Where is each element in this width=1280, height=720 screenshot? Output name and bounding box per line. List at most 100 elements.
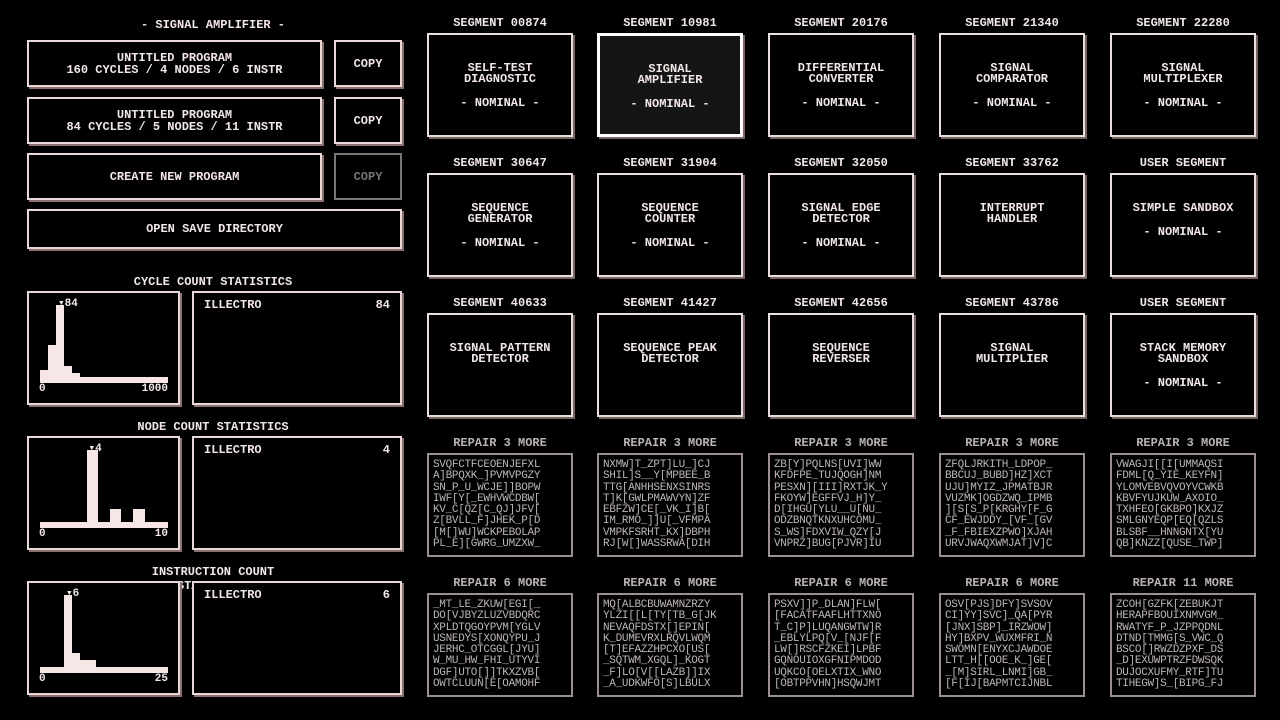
- segment-name: DIAGNOSTIC: [463, 72, 536, 86]
- score-marker: ▾84: [58, 296, 78, 310]
- segment-status: - NOMINAL -: [1143, 225, 1223, 239]
- histogram-max: 1000: [141, 383, 168, 395]
- segment-status: - NOMINAL -: [972, 96, 1052, 110]
- segment-name: CONVERTER: [808, 72, 874, 86]
- segment-name: SANDBOX: [1157, 352, 1209, 366]
- histogram-bar: [88, 659, 96, 667]
- segment-name: HANDLER: [986, 212, 1038, 226]
- segment-name: COUNTER: [644, 212, 696, 226]
- segment-status: - NOMINAL -: [1143, 96, 1223, 110]
- program-stats: 160 CYCLES / 4 NODES / 6 INSTR: [66, 62, 283, 77]
- repair-label: REPAIR 3 MORE: [794, 436, 888, 450]
- segment-status: - NOMINAL -: [801, 236, 881, 250]
- create-new-program-button[interactable]: CREATE NEW PROGRAM: [27, 153, 322, 200]
- corrupted-segment[interactable]: PSXV]]P_DLAN]FLW[ [FACATFAAFLHTTXNO T_C]…: [768, 593, 914, 697]
- marker-value: 6: [72, 588, 80, 600]
- repair-label: REPAIR 3 MORE: [965, 436, 1059, 450]
- corrupted-segment[interactable]: NXMW]T_ZPT]LU_]CJ SHIL]S__Y[MPBEE_B TTG[…: [597, 453, 743, 557]
- stats-title: CYCLE COUNT STATISTICS: [133, 275, 293, 289]
- leaderboard: ILLECTRO 6: [192, 581, 402, 695]
- segment-tile[interactable]: SIGNAL EDGE DETECTOR - NOMINAL -: [768, 173, 914, 277]
- copy-button[interactable]: COPY: [334, 97, 402, 144]
- segment-tile[interactable]: INTERRUPT HANDLER: [939, 173, 1085, 277]
- corrupted-segment[interactable]: ZCOH[GZFK[ZEBUKJT HERAPFBOUIXNMVGM_ RWAT…: [1110, 593, 1256, 697]
- marker-value: 84: [64, 298, 78, 310]
- program-slot-2[interactable]: UNTITLED PROGRAM 84 CYCLES / 5 NODES / 1…: [27, 97, 322, 144]
- corrupted-segment[interactable]: VWAGJI[[I[UMMAQSI FDML[Q_YIE_KEYFN] YLOM…: [1110, 453, 1256, 557]
- segment-name: COMPARATOR: [975, 72, 1048, 86]
- histogram-baseline: [40, 667, 168, 673]
- segment-id: SEGMENT 32050: [794, 156, 888, 170]
- histogram-bar: [64, 366, 72, 377]
- segment-tile[interactable]: SIGNAL COMPARATOR - NOMINAL -: [939, 33, 1085, 137]
- segment-id: SEGMENT 31904: [623, 156, 717, 170]
- stats-title: NODE COUNT STATISTICS: [137, 420, 289, 434]
- segment-id: SEGMENT 10981: [623, 16, 717, 30]
- friend-name: ILLECTRO: [204, 298, 262, 312]
- segment-name: GENERATOR: [467, 212, 533, 226]
- friend-name: ILLECTRO: [204, 588, 262, 602]
- segment-tile[interactable]: SIGNAL PATTERN DETECTOR: [427, 313, 573, 417]
- segment-name: MULTIPLIER: [975, 352, 1048, 366]
- segment-status: - NOMINAL -: [801, 96, 881, 110]
- segment-id: USER SEGMENT: [1139, 156, 1227, 170]
- segment-tile[interactable]: DIFFERENTIAL CONVERTER - NOMINAL -: [768, 33, 914, 137]
- triangle-down-icon: ▾: [58, 298, 65, 310]
- segment-tile[interactable]: SEQUENCE COUNTER - NOMINAL -: [597, 173, 743, 277]
- segment-tile[interactable]: SIGNAL MULTIPLEXER - NOMINAL -: [1110, 33, 1256, 137]
- histogram: 0 25 ▾6: [27, 581, 180, 695]
- segment-id: SEGMENT 00874: [453, 16, 547, 30]
- score-marker: ▾6: [66, 586, 79, 600]
- score-marker: ▾4: [89, 441, 102, 455]
- friend-name: ILLECTRO: [204, 443, 262, 457]
- segment-id: SEGMENT 30647: [453, 156, 547, 170]
- segment-name: SIMPLE SANDBOX: [1132, 201, 1234, 215]
- copy-button-disabled: COPY: [334, 153, 402, 200]
- segment-tile[interactable]: SIGNAL AMPLIFIER - NOMINAL -: [597, 33, 743, 137]
- open-save-directory-button[interactable]: OPEN SAVE DIRECTORY: [27, 209, 402, 249]
- corrupted-segment[interactable]: OSV[PJS]DFY]SVSOV CI]YY]SVC]_QA[PYR [JNX…: [939, 593, 1085, 697]
- histogram-max: 10: [154, 528, 168, 540]
- histogram-bar: [56, 305, 64, 377]
- corrupted-segment[interactable]: _MT_LE_ZKUW[EGI[_ DO[VJBYZLUZVBDQRC XPLD…: [427, 593, 573, 697]
- leaderboard: ILLECTRO 4: [192, 436, 402, 550]
- segment-id: SEGMENT 42656: [794, 296, 888, 310]
- corrupted-segment[interactable]: SVQFCTFCEOENJEFXL A]BPQXK_]PVMVPGZY SN_P…: [427, 453, 573, 557]
- histogram-bar: [109, 509, 122, 522]
- segment-id: SEGMENT 43786: [965, 296, 1059, 310]
- histogram-min: 0: [39, 383, 46, 395]
- repair-label: REPAIR 3 MORE: [1136, 436, 1230, 450]
- segment-tile[interactable]: SELF-TEST DIAGNOSTIC - NOMINAL -: [427, 33, 573, 137]
- corrupted-segment[interactable]: MQ[ALBCBUWAMNZRZY YLZI[[L[TY[TB_G[JK NEV…: [597, 593, 743, 697]
- triangle-down-icon: ▾: [66, 588, 73, 600]
- repair-label: REPAIR 3 MORE: [453, 436, 547, 450]
- segment-tile[interactable]: SIGNAL MULTIPLIER: [939, 313, 1085, 417]
- marker-value: 4: [95, 443, 102, 455]
- copy-button[interactable]: COPY: [334, 40, 402, 87]
- segment-id: SEGMENT 21340: [965, 16, 1059, 30]
- segment-tile[interactable]: SEQUENCE PEAK DETECTOR: [597, 313, 743, 417]
- friend-score: 6: [382, 588, 390, 602]
- segment-id: SEGMENT 40633: [453, 296, 547, 310]
- repair-label: REPAIR 11 MORE: [1132, 576, 1234, 590]
- segment-tile[interactable]: STACK MEMORY SANDBOX - NOMINAL -: [1110, 313, 1256, 417]
- segment-name: AMPLIFIER: [637, 73, 703, 87]
- segment-status: - NOMINAL -: [460, 236, 540, 250]
- segment-name: MULTIPLEXER: [1143, 72, 1223, 86]
- friend-score: 84: [375, 298, 390, 312]
- histogram-bar: [72, 373, 80, 377]
- histogram-bar: [40, 369, 48, 377]
- program-slot-1[interactable]: UNTITLED PROGRAM 160 CYCLES / 4 NODES / …: [27, 40, 322, 87]
- segment-status: - NOMINAL -: [630, 236, 710, 250]
- corrupted-segment[interactable]: ZFQLJRKITH_LDPOP_ BBCUJ_BUBD]HZ]XCT UJU]…: [939, 453, 1085, 557]
- histogram-baseline: [40, 377, 168, 383]
- histogram-min: 0: [39, 528, 46, 540]
- segment-tile[interactable]: SEQUENCE REVERSER: [768, 313, 914, 417]
- segment-status: - NOMINAL -: [460, 96, 540, 110]
- segment-tile[interactable]: SEQUENCE GENERATOR - NOMINAL -: [427, 173, 573, 277]
- histogram-bar: [48, 344, 56, 377]
- histogram-bar: [72, 652, 80, 667]
- histogram: 0 1000 ▾84: [27, 291, 180, 405]
- segment-tile[interactable]: SIMPLE SANDBOX - NOMINAL -: [1110, 173, 1256, 277]
- corrupted-segment[interactable]: ZB[Y]PQLNS[UVI]WW KFDFPE_TUJQOGH]NM PESX…: [768, 453, 914, 557]
